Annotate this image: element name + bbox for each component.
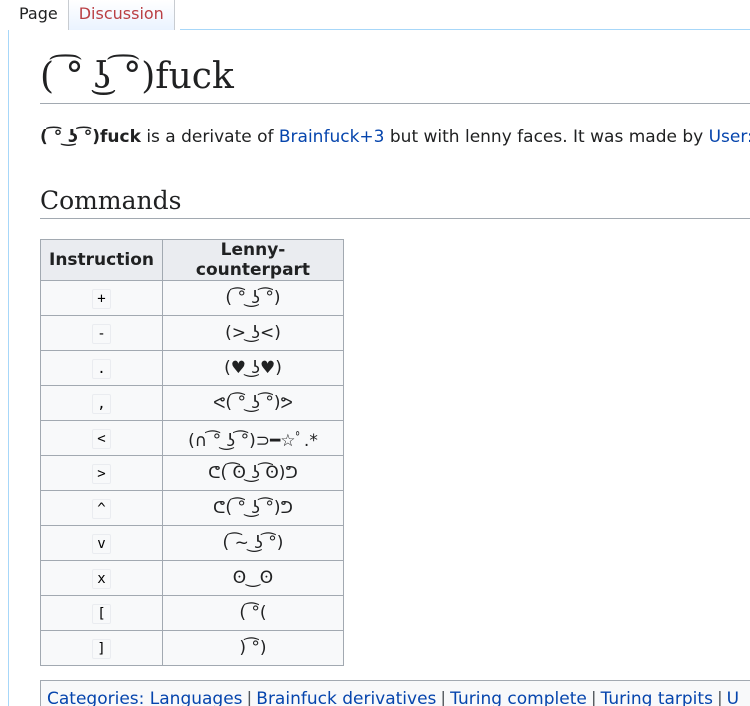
instruction-cell: ^: [40, 490, 163, 527]
instruction-code: .: [92, 359, 111, 380]
instruction-cell: [: [40, 595, 163, 632]
column-header-lenny: Lenny-counterpart: [161, 239, 344, 282]
lenny-cell: ( ͡°(: [161, 595, 344, 632]
instruction-code: -: [92, 324, 111, 345]
intro-text-2: but with lenny faces. It was made by: [384, 127, 709, 147]
table-row: < (∩ ͡° ͜ʖ ͡°)⊃━☆ﾟ.*: [40, 420, 344, 457]
table-row: [ ( ͡°(: [40, 595, 344, 632]
category-link-truncated[interactable]: U: [727, 689, 739, 706]
category-separator: |: [590, 689, 597, 706]
category-separator: |: [440, 689, 447, 706]
lenny-cell: (♥ ͜ʖ♥): [161, 350, 344, 387]
table-row: > ᕦ( ͡ʘ ͜ʖ ͡ʘ)ᕤ: [40, 455, 344, 492]
page-tabs: Page Discussion: [9, 0, 175, 30]
lenny-cell: ᕦ( ͡° ͜ʖ ͡°)ᕤ: [161, 490, 344, 527]
lenny-cell: ( ͡~ ͜ʖ ͡°): [161, 525, 344, 562]
instruction-code: x: [92, 569, 111, 590]
intro-paragraph: ( ͡° ͜ʖ ͡°)fuck is a derivate of Brainfu…: [40, 126, 750, 148]
lenny-cell: ( ͡° ͜ʖ ͡°): [161, 280, 344, 317]
link-brainfuck-plus-3[interactable]: Brainfuck+3: [279, 127, 385, 147]
instruction-code: >: [92, 464, 111, 485]
instruction-code: ^: [92, 499, 111, 520]
lenny-cell: ᕙ( ͡° ͜ʖ ͡°)ᕗ: [161, 385, 344, 422]
category-link-brainfuck-derivatives[interactable]: Brainfuck derivatives: [256, 689, 436, 706]
tab-discussion-label: Discussion: [78, 4, 164, 23]
table-row: ^ ᕦ( ͡° ͜ʖ ͡°)ᕤ: [40, 490, 344, 527]
lenny-cell: (∩ ͡° ͜ʖ ͡°)⊃━☆ﾟ.*: [161, 420, 344, 457]
lenny-cell: ) ͡°): [161, 630, 344, 667]
instruction-code: [: [92, 604, 111, 625]
category-separator: |: [246, 689, 253, 706]
instruction-code: +: [92, 289, 111, 310]
instruction-cell: <: [40, 420, 163, 457]
instruction-cell: +: [40, 280, 163, 317]
instruction-cell: ,: [40, 385, 163, 422]
instruction-code: ]: [92, 639, 111, 660]
lenny-cell: (> ͜ʖ<): [161, 315, 344, 352]
tab-discussion[interactable]: Discussion: [67, 0, 175, 30]
instruction-cell: ]: [40, 630, 163, 667]
intro-text-1: is a derivate of: [140, 127, 279, 147]
tab-page-label: Page: [19, 4, 58, 23]
link-user-ivan[interactable]: User:ivan: [709, 127, 750, 147]
instruction-code: ,: [92, 394, 111, 415]
page-title: ( ͡° ͜ʖ ͡°)fuck: [40, 54, 750, 104]
tab-baseline: [180, 29, 750, 30]
commands-table: Instruction Lenny-counterpart + ( ͡° ͜ʖ …: [40, 239, 344, 667]
instruction-code: <: [92, 429, 111, 450]
content-left-border: [8, 30, 9, 706]
instruction-cell: >: [40, 455, 163, 492]
table-row: ] ) ͡°): [40, 630, 344, 667]
table-row: v ( ͡~ ͜ʖ ͡°): [40, 525, 344, 562]
intro-bold-name: ( ͡° ͜ʖ ͡°)fuck: [40, 127, 141, 147]
category-link-languages[interactable]: Languages: [150, 689, 243, 706]
category-link-turing-tarpits[interactable]: Turing tarpits: [601, 689, 713, 706]
table-row: , ᕙ( ͡° ͜ʖ ͡°)ᕗ: [40, 385, 344, 422]
table-row: - (> ͜ʖ<): [40, 315, 344, 352]
article-content: ( ͡° ͜ʖ ͡°)fuck ( ͡° ͜ʖ ͡°)fuck is a der…: [40, 54, 750, 667]
category-links-box: Categories: Languages | Brainfuck derivati…: [40, 680, 750, 706]
categories-label-link[interactable]: Categories:: [47, 689, 144, 706]
wiki-page: Page Discussion ( ͡° ͜ʖ ͡°)fuck ( ͡° ͜ʖ …: [0, 0, 750, 706]
instruction-cell: .: [40, 350, 163, 387]
lenny-cell: ʘ‿ʘ: [161, 560, 344, 597]
lenny-cell: ᕦ( ͡ʘ ͜ʖ ͡ʘ)ᕤ: [161, 455, 344, 492]
tab-page[interactable]: Page: [9, 0, 68, 30]
instruction-cell: v: [40, 525, 163, 562]
table-row: x ʘ‿ʘ: [40, 560, 344, 597]
table-row: . (♥ ͜ʖ♥): [40, 350, 344, 387]
table-header-row: Instruction Lenny-counterpart: [40, 239, 344, 282]
column-header-instruction: Instruction: [40, 239, 163, 282]
section-heading-commands: Commands: [40, 186, 750, 220]
table-row: + ( ͡° ͜ʖ ͡°): [40, 280, 344, 317]
category-separator: |: [716, 689, 723, 706]
category-link-turing-complete[interactable]: Turing complete: [450, 689, 587, 706]
instruction-cell: -: [40, 315, 163, 352]
instruction-cell: x: [40, 560, 163, 597]
instruction-code: v: [92, 534, 111, 555]
